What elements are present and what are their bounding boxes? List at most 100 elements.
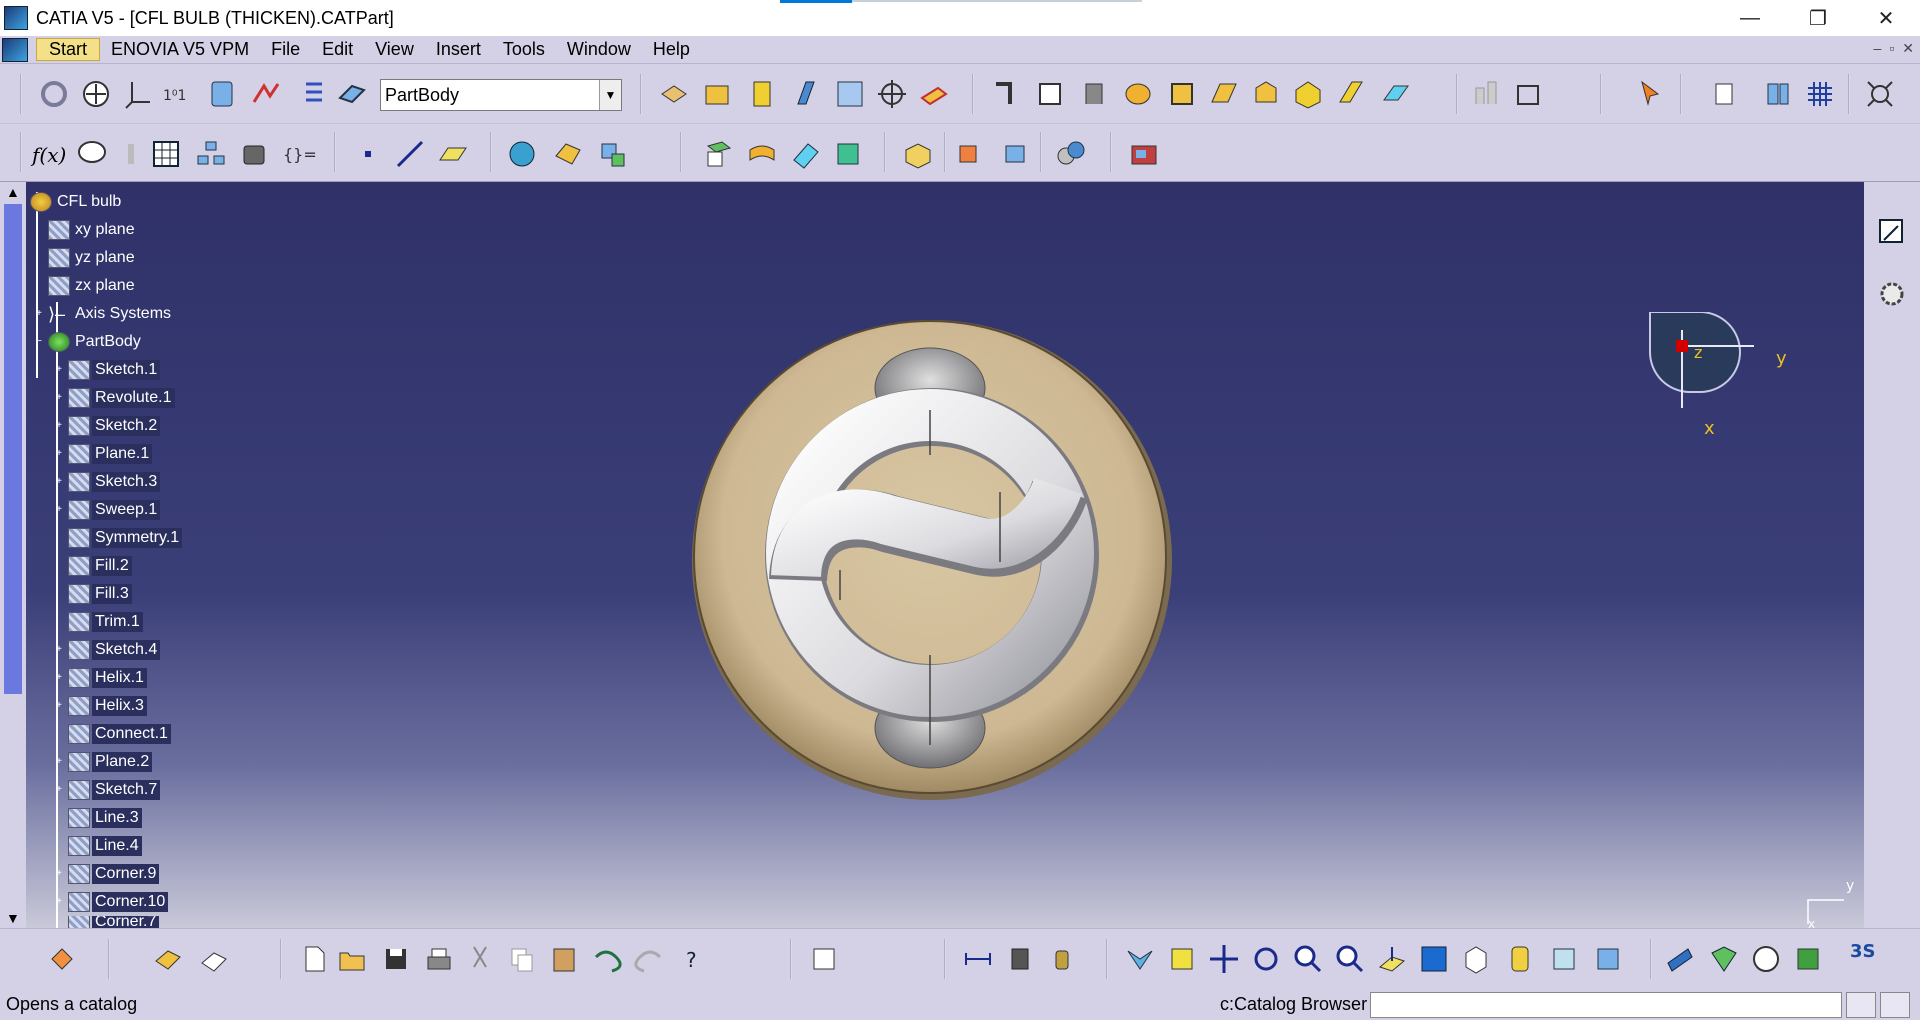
- undo-icon[interactable]: [588, 941, 624, 977]
- measure-icon[interactable]: [1510, 76, 1546, 112]
- formula-icon[interactable]: f(x): [30, 136, 66, 172]
- remove-face-icon[interactable]: [1248, 76, 1284, 112]
- document-logo-icon[interactable]: [2, 37, 28, 62]
- pan-view-icon[interactable]: [1206, 941, 1242, 977]
- expand-icon[interactable]: +: [54, 365, 64, 375]
- tree-node-sketch-3[interactable]: + Sketch.3: [56, 470, 161, 494]
- tree-node-sketch-1[interactable]: + Sketch.1: [56, 358, 161, 382]
- instantiate-icon[interactable]: [192, 136, 228, 172]
- zoom-in-icon[interactable]: [1290, 941, 1326, 977]
- plane-tool-icon[interactable]: [334, 76, 370, 112]
- tree-root-cfl-bulb[interactable]: CFL bulb: [30, 190, 124, 214]
- 3d-viewport[interactable]: ▲ ▼ CFL bulb xy plane yz plane zx plane …: [0, 182, 1864, 928]
- manipulate-icon[interactable]: [806, 941, 842, 977]
- scroll-down-icon[interactable]: ▼: [6, 910, 20, 926]
- constraint-icon[interactable]: [1468, 76, 1504, 112]
- apply-material-icon[interactable]: [1126, 136, 1162, 172]
- rotate-icon[interactable]: [1248, 941, 1284, 977]
- normal-view-icon[interactable]: [1374, 941, 1410, 977]
- cut-icon[interactable]: [462, 941, 498, 977]
- menu-edit[interactable]: Edit: [311, 39, 364, 60]
- tree-node-corner-9[interactable]: + Corner.9: [56, 862, 160, 886]
- body-insert-icon[interactable]: [150, 941, 186, 977]
- update-icon[interactable]: [36, 76, 72, 112]
- hole-icon[interactable]: [832, 76, 868, 112]
- grid-toggle-icon[interactable]: [1802, 76, 1838, 112]
- groove-icon[interactable]: [788, 76, 824, 112]
- expand-icon[interactable]: +: [54, 785, 64, 795]
- axis-system-icon[interactable]: [120, 76, 156, 112]
- fit-all-icon[interactable]: [1862, 76, 1898, 112]
- menu-tools[interactable]: Tools: [492, 39, 556, 60]
- tree-node-sketch-7[interactable]: + Sketch.7: [56, 778, 161, 802]
- body-icon[interactable]: [204, 76, 240, 112]
- expand-icon[interactable]: +: [54, 897, 64, 907]
- close-surface-tool-icon[interactable]: [788, 136, 824, 172]
- collapse-icon[interactable]: −: [34, 337, 44, 347]
- tree-node-trim-1[interactable]: Trim.1: [68, 610, 143, 634]
- swap-visible-icon[interactable]: [1760, 76, 1796, 112]
- tree-node-symmetry-1[interactable]: Symmetry.1: [68, 526, 183, 550]
- redo-icon[interactable]: [632, 941, 668, 977]
- remove-icon[interactable]: [998, 136, 1034, 172]
- tree-node-axis-systems[interactable]: + ⟩– Axis Systems: [36, 302, 174, 326]
- expand-icon[interactable]: +: [54, 477, 64, 487]
- open-folder-icon[interactable]: [334, 941, 370, 977]
- expand-icon[interactable]: +: [54, 449, 64, 459]
- paste-icon[interactable]: [546, 941, 582, 977]
- expand-icon[interactable]: +: [54, 645, 64, 655]
- shell-icon[interactable]: [1120, 76, 1156, 112]
- tree-node-sweep-1[interactable]: + Sweep.1: [56, 498, 161, 522]
- insert-body-icon[interactable]: [248, 76, 284, 112]
- measure-between-icon[interactable]: [960, 941, 996, 977]
- menu-start[interactable]: Start: [36, 38, 101, 61]
- tree-node-helix-1[interactable]: + Helix.1: [56, 666, 147, 690]
- chamfer-icon[interactable]: [1032, 76, 1068, 112]
- expand-icon[interactable]: +: [54, 757, 64, 767]
- split-icon[interactable]: [700, 136, 736, 172]
- expand-icon[interactable]: +: [54, 505, 64, 515]
- tree-scrollbar[interactable]: ▲ ▼: [0, 182, 26, 928]
- tree-node-zx-plane[interactable]: zx plane: [48, 274, 138, 298]
- expand-icon[interactable]: +: [54, 701, 64, 711]
- boolean-icon[interactable]: [1052, 136, 1088, 172]
- tree-node-sketch-2[interactable]: + Sketch.2: [56, 414, 161, 438]
- tree-node-corner-10[interactable]: + Corner.10: [56, 890, 169, 914]
- tree-node-line-4[interactable]: Line.4: [68, 834, 142, 858]
- tree-node-sketch-4[interactable]: + Sketch.4: [56, 638, 161, 662]
- replace-face-icon[interactable]: [1290, 76, 1326, 112]
- parameters-icon[interactable]: {}=: [280, 136, 317, 172]
- sew-surface-icon[interactable]: [830, 136, 866, 172]
- tree-node-revolute-1[interactable]: + Revolute.1: [56, 386, 175, 410]
- catalog-browser-icon[interactable]: [196, 941, 232, 977]
- multi-view-icon[interactable]: [1416, 941, 1452, 977]
- close-button[interactable]: ✕: [1852, 0, 1920, 36]
- law-icon[interactable]: [114, 136, 150, 172]
- compass-widget[interactable]: z y x: [1640, 312, 1800, 452]
- sketcher-icon[interactable]: [1874, 214, 1910, 250]
- pattern-icon[interactable]: [504, 136, 540, 172]
- menu-file[interactable]: File: [260, 39, 311, 60]
- thick-surface-icon[interactable]: [744, 136, 780, 172]
- pan-icon[interactable]: [78, 76, 114, 112]
- save-icon[interactable]: [378, 941, 414, 977]
- command-run-button[interactable]: [1880, 992, 1910, 1018]
- tree-node-plane-1[interactable]: + Plane.1: [56, 442, 153, 466]
- catalog-icon[interactable]: [236, 136, 272, 172]
- design-table-icon[interactable]: [148, 136, 184, 172]
- line-icon[interactable]: [392, 136, 428, 172]
- draft-icon[interactable]: [1076, 76, 1112, 112]
- tree-node-plane-2[interactable]: + Plane.2: [56, 750, 153, 774]
- view-cube-icon[interactable]: [1458, 941, 1494, 977]
- help-icon[interactable]: ?: [676, 941, 712, 977]
- apply-material-tool-icon[interactable]: [1662, 941, 1698, 977]
- command-history-button[interactable]: [1846, 992, 1876, 1018]
- menu-help[interactable]: Help: [642, 39, 701, 60]
- layer-icon[interactable]: [1706, 941, 1742, 977]
- properties-icon[interactable]: [1748, 941, 1784, 977]
- tree-node-fill-2[interactable]: Fill.2: [68, 554, 132, 578]
- fit-all-in-icon[interactable]: [1164, 941, 1200, 977]
- list-icon[interactable]: [294, 76, 330, 112]
- expand-icon[interactable]: +: [54, 869, 64, 879]
- thickness-icon[interactable]: [1164, 76, 1200, 112]
